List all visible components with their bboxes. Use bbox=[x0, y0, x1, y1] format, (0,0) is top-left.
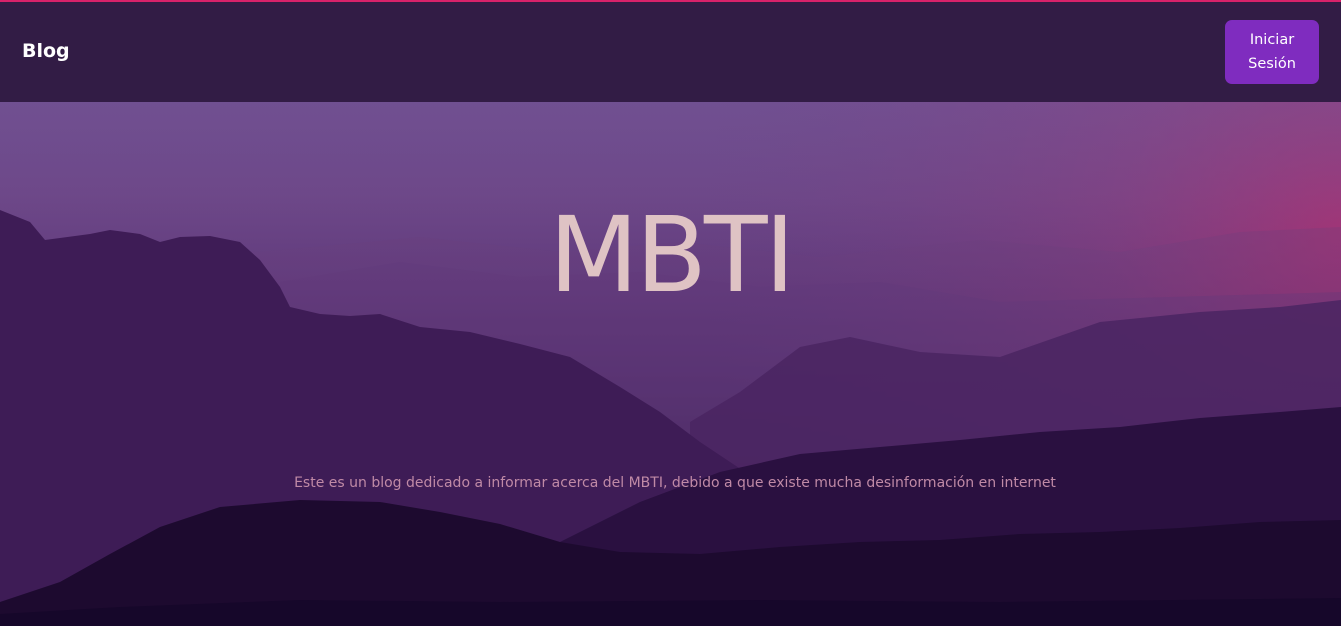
hero-title: MBTI bbox=[548, 194, 795, 316]
top-accent-line bbox=[0, 0, 1341, 2]
login-button[interactable]: Iniciar Sesión bbox=[1225, 20, 1319, 84]
hero-description: Este es un blog dedicado a informar acer… bbox=[294, 475, 1056, 491]
navbar: Blog Iniciar Sesión bbox=[0, 2, 1341, 102]
page: Blog Iniciar Sesión MBTI Este es un blog… bbox=[0, 0, 1341, 626]
mountain-background-image bbox=[0, 102, 1341, 626]
brand-link[interactable]: Blog bbox=[22, 40, 70, 62]
hero-section: MBTI Este es un blog dedicado a informar… bbox=[0, 102, 1341, 626]
